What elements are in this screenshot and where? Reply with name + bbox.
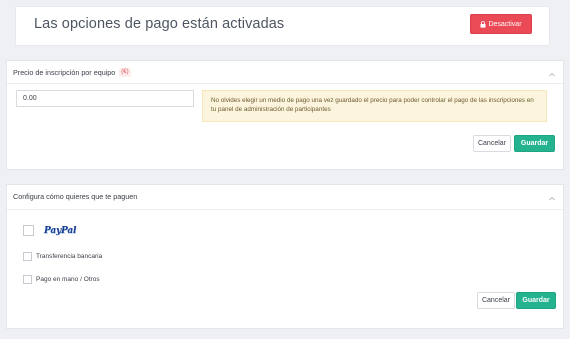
deactivate-button[interactable]: Desactivar	[470, 14, 532, 34]
bank-transfer-option[interactable]: Transferencia bancaria	[23, 252, 102, 261]
bank-transfer-checkbox[interactable]	[23, 252, 32, 261]
chevron-up-icon[interactable]	[547, 191, 557, 201]
paypal-option[interactable]: PayPal	[23, 225, 76, 236]
payment-save-button[interactable]: Guardar	[516, 292, 556, 309]
cash-checkbox[interactable]	[23, 275, 32, 284]
lock-icon	[480, 20, 486, 28]
payment-cancel-button[interactable]: Cancelar	[477, 292, 515, 309]
price-panel-header[interactable]: Precio de inscripción por equipo (€)	[7, 61, 563, 84]
paypal-checkbox[interactable]	[23, 225, 34, 236]
paypal-logo: PayPal	[44, 225, 77, 236]
payment-settings-page: Las opciones de pago están activadas Des…	[0, 0, 570, 339]
payment-methods-panel: Configura cómo quieres que te paguen Pay…	[6, 184, 564, 329]
payment-status-title: Las opciones de pago están activadas	[34, 16, 285, 32]
price-panel-title: Precio de inscripción por equipo (€)	[13, 68, 131, 77]
price-save-button[interactable]: Guardar	[514, 135, 555, 152]
price-panel: Precio de inscripción por equipo (€) No …	[6, 60, 564, 170]
payment-method-notice: No olvides elegir un medio de pago una v…	[202, 90, 547, 122]
currency-badge: (€)	[119, 68, 131, 77]
price-panel-title-text: Precio de inscripción por equipo	[13, 68, 116, 77]
price-cancel-button[interactable]: Cancelar	[473, 135, 511, 152]
payment-methods-panel-header[interactable]: Configura cómo quieres que te paguen	[7, 185, 563, 210]
cash-option[interactable]: Pago en mano / Otros	[23, 275, 100, 284]
payment-status-banner: Las opciones de pago están activadas Des…	[15, 6, 550, 46]
payment-methods-panel-title: Configura cómo quieres que te paguen	[13, 192, 137, 201]
bank-transfer-label: Transferencia bancaria	[36, 253, 103, 260]
cash-label: Pago en mano / Otros	[36, 276, 100, 283]
deactivate-label: Desactivar	[488, 20, 522, 28]
chevron-up-icon[interactable]	[547, 67, 557, 77]
payment-methods-title-text: Configura cómo quieres que te paguen	[13, 192, 138, 201]
price-input[interactable]	[16, 90, 194, 107]
